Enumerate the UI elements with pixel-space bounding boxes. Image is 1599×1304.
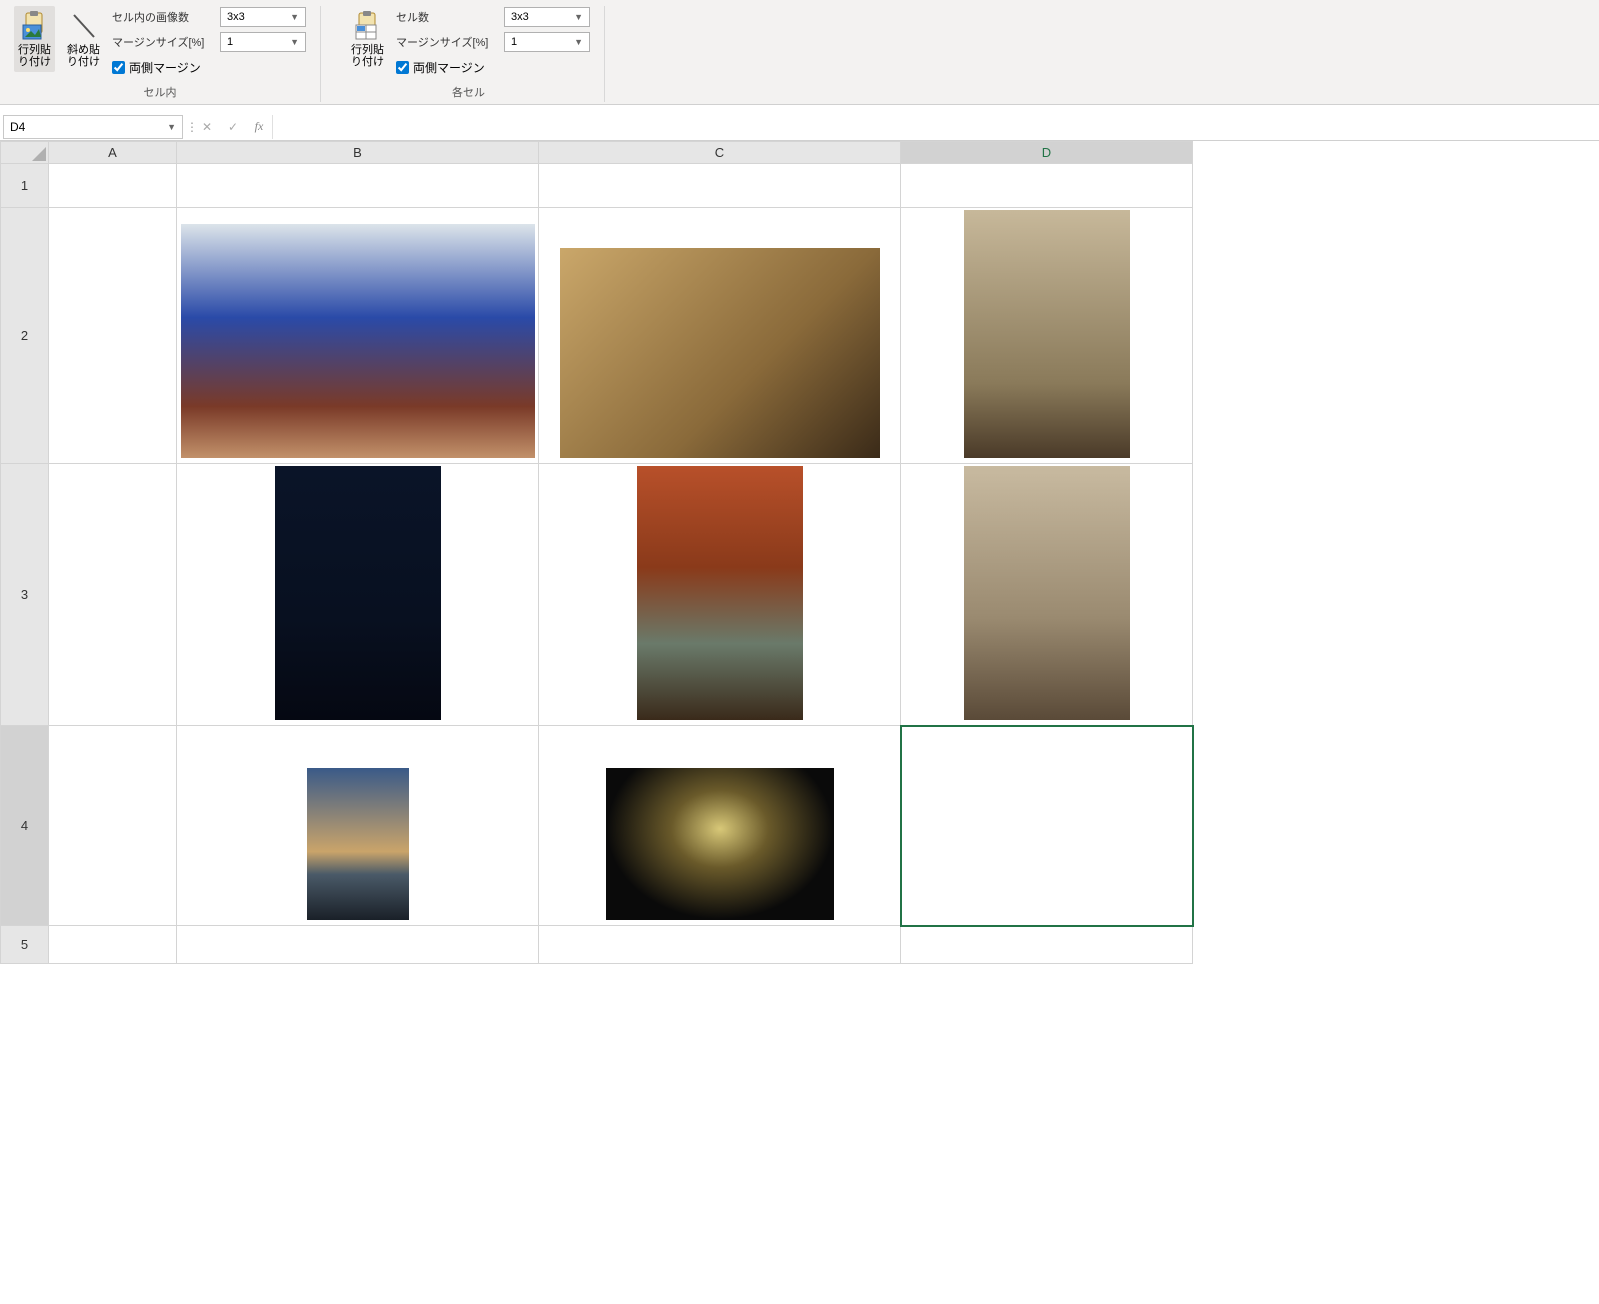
chevron-down-icon: ▼ xyxy=(167,122,176,132)
paste-rowcol-button[interactable]: 行列貼 り付け xyxy=(14,6,55,72)
cell-D3[interactable] xyxy=(901,464,1193,726)
column-header-B[interactable]: B xyxy=(177,142,539,164)
cell-C5[interactable] xyxy=(539,926,901,964)
clipboard-grid-icon xyxy=(352,10,384,42)
diagonal-line-icon xyxy=(68,10,100,42)
column-header-D[interactable]: D xyxy=(901,142,1193,164)
cell-D2[interactable] xyxy=(901,208,1193,464)
image-placeholder[interactable] xyxy=(606,768,834,920)
cell-count-dropdown[interactable]: 3x3 ▼ xyxy=(504,7,590,27)
cell-C3[interactable] xyxy=(539,464,901,726)
formula-bar-separator: ⋮ xyxy=(186,120,194,134)
image-placeholder[interactable] xyxy=(637,466,803,720)
row-header-4[interactable]: 4 xyxy=(1,726,49,926)
cell-A2[interactable] xyxy=(49,208,177,464)
ribbon: 行列貼 り付け 斜め貼 り付け セル内の画像数 3x3 ▼ マージンサイズ[%] xyxy=(0,0,1599,105)
ribbon-group-cell-inner: 行列貼 り付け 斜め貼 り付け セル内の画像数 3x3 ▼ マージンサイズ[%] xyxy=(8,6,321,102)
both-margin-checkbox[interactable] xyxy=(112,61,125,74)
row-header-2[interactable]: 2 xyxy=(1,208,49,464)
image-placeholder[interactable] xyxy=(307,768,409,920)
images-in-cell-value: 3x3 xyxy=(227,11,245,23)
cell-D4[interactable] xyxy=(901,726,1193,926)
column-header-C[interactable]: C xyxy=(539,142,901,164)
row-header-5[interactable]: 5 xyxy=(1,926,49,964)
cell-count-label: セル数 xyxy=(396,9,500,25)
cell-A5[interactable] xyxy=(49,926,177,964)
formula-input[interactable] xyxy=(272,115,1599,139)
cell-count-value: 3x3 xyxy=(511,11,529,23)
margin-size-value: 1 xyxy=(227,36,233,48)
cancel-formula-button[interactable]: ✕ xyxy=(194,115,220,139)
chevron-down-icon: ▼ xyxy=(574,37,583,47)
cell-B5[interactable] xyxy=(177,926,539,964)
cell-A1[interactable] xyxy=(49,164,177,208)
ribbon-group-label-cell-inner: セル内 xyxy=(144,84,177,102)
paste-diagonal-button[interactable]: 斜め貼 り付け xyxy=(63,6,104,72)
image-placeholder[interactable] xyxy=(181,224,535,458)
cell-B3[interactable] xyxy=(177,464,539,726)
both-margin-label: 両側マージン xyxy=(129,59,201,76)
paste-rowcol-label-2: 行列貼 り付け xyxy=(351,44,384,68)
fx-button[interactable]: fx xyxy=(246,115,272,139)
select-all-corner[interactable] xyxy=(1,142,49,164)
cell-D1[interactable] xyxy=(901,164,1193,208)
ribbon-group-label-each-cell: 各セル xyxy=(452,84,485,102)
formula-bar: D4 ▼ ⋮ ✕ ✓ fx xyxy=(0,113,1599,141)
cell-D5[interactable] xyxy=(901,926,1193,964)
margin-size-label: マージンサイズ[%] xyxy=(112,34,216,50)
both-margin-label-2: 両側マージン xyxy=(413,59,485,76)
row-header-3[interactable]: 3 xyxy=(1,464,49,726)
cell-A3[interactable] xyxy=(49,464,177,726)
images-in-cell-dropdown[interactable]: 3x3 ▼ xyxy=(220,7,306,27)
cell-C4[interactable] xyxy=(539,726,901,926)
margin-size-dropdown[interactable]: 1 ▼ xyxy=(220,32,306,52)
ribbon-group-each-cell: 行列貼 り付け セル数 3x3 ▼ マージンサイズ[%] 1 ▼ xyxy=(341,6,605,102)
row-header-1[interactable]: 1 xyxy=(1,164,49,208)
cell-B2[interactable] xyxy=(177,208,539,464)
images-in-cell-label: セル内の画像数 xyxy=(112,9,216,25)
chevron-down-icon: ▼ xyxy=(290,37,299,47)
name-box-value: D4 xyxy=(10,120,25,134)
image-placeholder[interactable] xyxy=(560,248,880,458)
paste-diagonal-label: 斜め貼 り付け xyxy=(67,44,100,68)
paste-rowcol-label: 行列貼 り付け xyxy=(18,44,51,68)
cell-A4[interactable] xyxy=(49,726,177,926)
accept-formula-button[interactable]: ✓ xyxy=(220,115,246,139)
paste-rowcol-button-2[interactable]: 行列貼 り付け xyxy=(347,6,388,72)
cell-C2[interactable] xyxy=(539,208,901,464)
both-margin-checkbox-2[interactable] xyxy=(396,61,409,74)
margin-size-dropdown-2[interactable]: 1 ▼ xyxy=(504,32,590,52)
image-placeholder[interactable] xyxy=(275,466,441,720)
chevron-down-icon: ▼ xyxy=(290,12,299,22)
margin-size-value-2: 1 xyxy=(511,36,517,48)
clipboard-image-icon xyxy=(19,10,51,42)
cell-B4[interactable] xyxy=(177,726,539,926)
cell-B1[interactable] xyxy=(177,164,539,208)
margin-size-label-2: マージンサイズ[%] xyxy=(396,34,500,50)
cell-C1[interactable] xyxy=(539,164,901,208)
chevron-down-icon: ▼ xyxy=(574,12,583,22)
image-placeholder[interactable] xyxy=(964,210,1130,458)
column-header-A[interactable]: A xyxy=(49,142,177,164)
name-box[interactable]: D4 ▼ xyxy=(3,115,183,139)
spreadsheet-grid: A B C D 1 2 3 4 5 xyxy=(0,141,1599,964)
image-placeholder[interactable] xyxy=(964,466,1130,720)
